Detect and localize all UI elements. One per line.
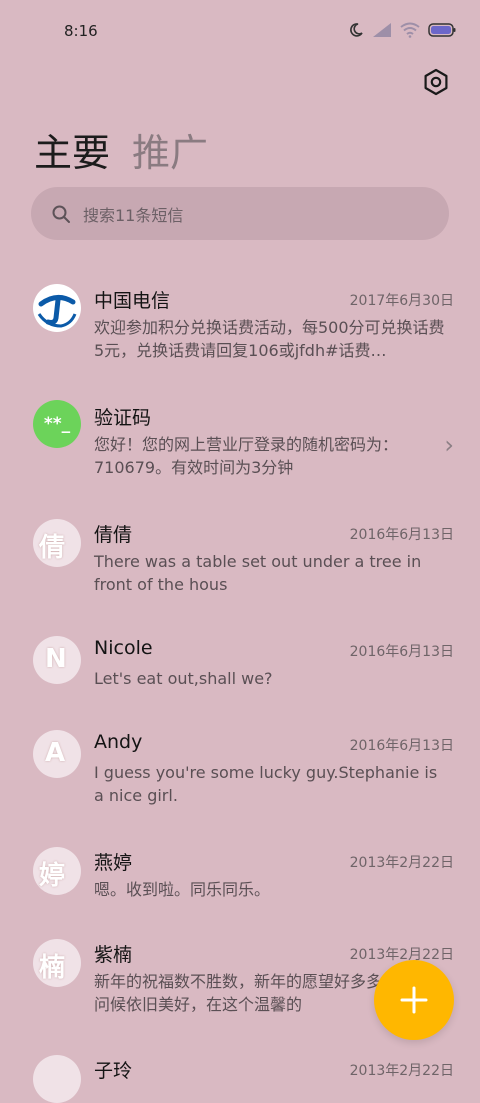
plus-icon xyxy=(400,986,428,1014)
conversation-preview: 嗯。收到啦。同乐同乐。 xyxy=(94,880,271,899)
search-icon xyxy=(52,205,70,223)
avatar-text: 婷 xyxy=(39,861,66,891)
compose-button[interactable] xyxy=(374,960,454,1040)
signal-icon xyxy=(373,23,391,37)
conversation-name: 倩倩 xyxy=(94,524,133,546)
avatar-text: 倩 xyxy=(39,533,66,563)
search-placeholder: 搜索11条短信 xyxy=(83,205,184,225)
conversation-preview: There was a table set out under a tree i… xyxy=(94,552,422,594)
contact-avatar xyxy=(33,1055,81,1103)
conversation-date: 2016年6月13日 xyxy=(349,527,454,543)
conversation-name: 紫楠 xyxy=(94,944,133,966)
china-telecom-logo-icon xyxy=(33,284,81,332)
avatar-text: A xyxy=(45,738,66,768)
tab-bar: 主要 推广 xyxy=(34,122,208,177)
conversation-preview: Let's eat out,shall we? xyxy=(94,669,273,688)
avatar-text: 楠 xyxy=(39,953,66,983)
conversation-preview: I guess you're some lucky guy.Stephanie … xyxy=(94,763,438,805)
verification-code-avatar: **_ xyxy=(33,400,81,448)
conversation-date: 2013年2月22日 xyxy=(349,855,454,871)
conversation-date: 2017年6月30日 xyxy=(349,293,454,309)
status-bar: 8:16 xyxy=(0,0,480,62)
chevron-right-icon: › xyxy=(444,431,454,459)
contact-avatar: 婷 xyxy=(33,847,81,895)
settings-button[interactable] xyxy=(422,68,450,96)
contact-avatar: 楠 xyxy=(33,939,81,987)
conversation-date: 2016年6月13日 xyxy=(349,644,454,660)
status-icons xyxy=(348,22,456,38)
conversation-preview: 欢迎参加积分兑换话费活动，每500分可兑换话费5元，兑换话费请回复106或jfd… xyxy=(94,318,445,360)
conversation-preview: 您好！您的网上营业厅登录的随机密码为：710679。有效时间为3分钟 xyxy=(94,435,399,477)
avatar-text: N xyxy=(45,644,67,674)
settings-icon xyxy=(424,68,448,96)
battery-icon xyxy=(428,23,456,37)
moon-icon xyxy=(350,23,363,37)
conversation-date: 2013年2月22日 xyxy=(349,1063,454,1079)
conversation-name: Andy xyxy=(94,731,143,753)
conversation-name: Nicole xyxy=(94,637,153,659)
conversation-name: 燕婷 xyxy=(94,852,133,874)
conversation-name: 子玲 xyxy=(94,1060,133,1082)
conversation-name: 中国电信 xyxy=(94,290,171,312)
contact-avatar: A xyxy=(33,730,81,778)
tab-promotions[interactable]: 推广 xyxy=(132,122,208,177)
wifi-icon xyxy=(400,22,420,38)
conversation-date: 2016年6月13日 xyxy=(349,738,454,754)
search-bar[interactable]: 搜索11条短信 xyxy=(31,187,449,240)
status-time: 8:16 xyxy=(64,22,98,40)
tab-primary[interactable]: 主要 xyxy=(34,122,110,177)
avatar-text: **_ xyxy=(43,414,71,434)
contact-avatar: 倩 xyxy=(33,519,81,567)
contact-avatar: N xyxy=(33,636,81,684)
conversation-name: 验证码 xyxy=(94,407,152,429)
